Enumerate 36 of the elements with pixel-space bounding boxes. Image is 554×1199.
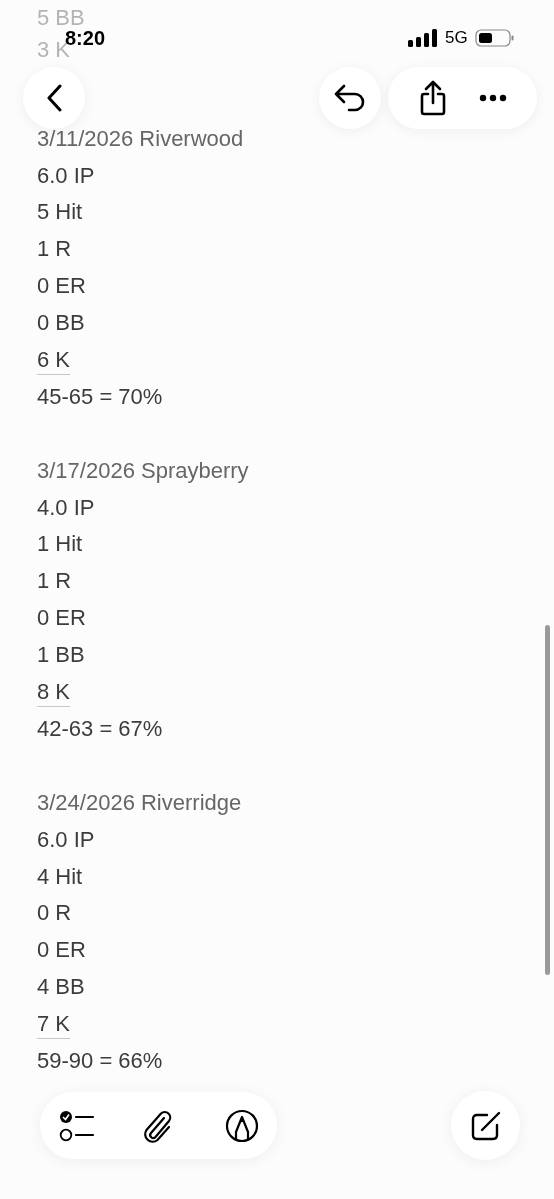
note-line: 4.0 IP xyxy=(37,493,95,522)
note-line: 8 K xyxy=(37,678,71,708)
share-icon xyxy=(419,80,447,116)
checklist-icon xyxy=(59,1110,95,1142)
note-line: 42-63 = 67% xyxy=(37,714,163,743)
paperclip-icon xyxy=(142,1109,174,1143)
pen-tip-icon xyxy=(225,1109,259,1143)
note-line: 1 Hit xyxy=(37,530,83,559)
note-line: 0 R xyxy=(37,899,72,928)
battery-icon xyxy=(474,29,515,47)
more-icon xyxy=(479,94,507,102)
undo-icon xyxy=(334,83,366,113)
entry-header: 3/17/2026 Sprayberry xyxy=(37,456,249,485)
note-line: 6.0 IP xyxy=(37,825,95,854)
note-line: 4 Hit xyxy=(37,862,83,891)
note-line: 0 ER xyxy=(37,936,86,965)
note-line: 45-65 = 70% xyxy=(37,382,163,411)
note-line: 7 K xyxy=(37,1010,71,1040)
note-line: 4 BB xyxy=(37,973,85,1002)
entry-header: 3/11/2026 Riverwood xyxy=(37,124,244,153)
network-label: 5G xyxy=(445,28,468,48)
note-line: 59-90 = 66% xyxy=(37,1046,163,1075)
note-line: 5 BB xyxy=(37,4,85,31)
note-line: 6.0 IP xyxy=(37,161,95,190)
entry-header: 3/24/2026 Riverridge xyxy=(37,788,242,817)
note-line: 0 ER xyxy=(37,272,86,301)
back-icon xyxy=(46,84,62,112)
note-line: 1 R xyxy=(37,235,72,264)
note-line: 6 K xyxy=(37,346,71,376)
note-line: 1 R xyxy=(37,567,72,596)
note-line: 0 BB xyxy=(37,309,85,338)
compose-icon xyxy=(469,1109,502,1142)
note-line: 0 ER xyxy=(37,604,86,633)
note-line: 5 Hit xyxy=(37,198,83,227)
signal-icon xyxy=(408,29,438,47)
note-line: 1 BB xyxy=(37,641,85,670)
